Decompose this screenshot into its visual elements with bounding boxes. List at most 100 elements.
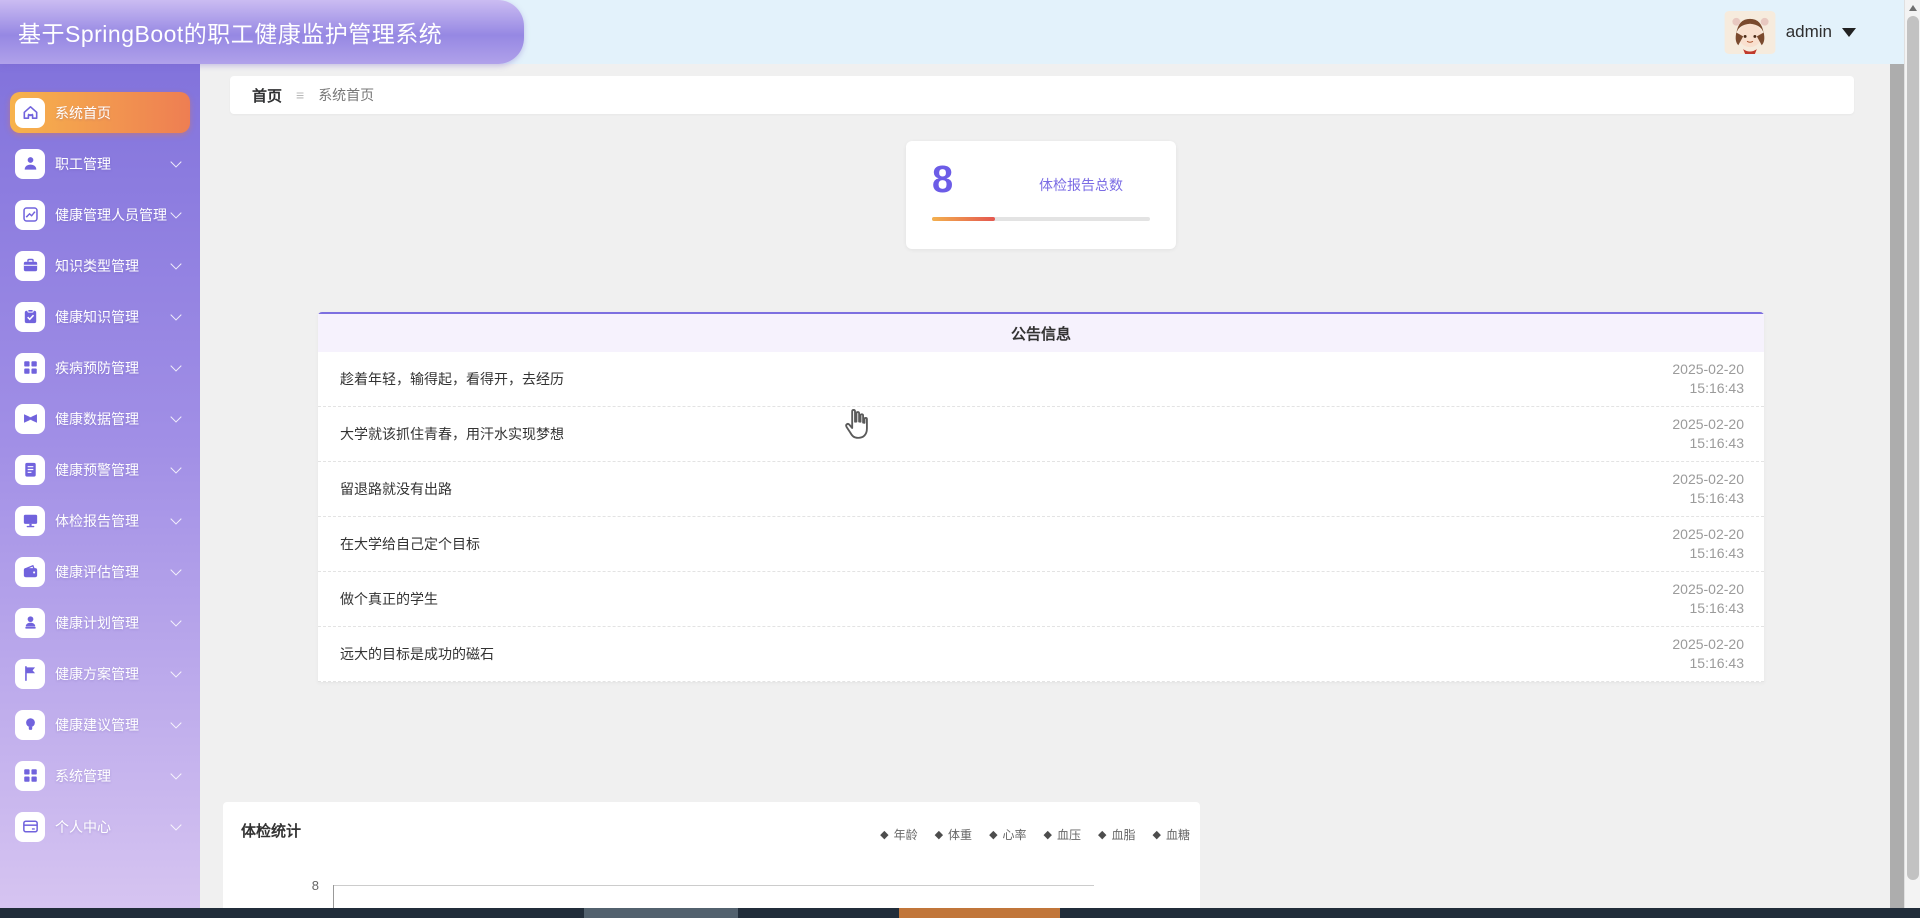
chevron-down-icon [170, 513, 182, 525]
monitor-icon [15, 505, 45, 536]
sidebar-item-label: 系统管理 [55, 767, 111, 784]
diamond-icon: ◆ [880, 829, 889, 841]
chart-gridline [333, 885, 1094, 886]
sidebar-nav: 系统首页 职工管理 健康管理人员管理 知识类型管理 健康知识管理 疾病预防管理 [0, 64, 200, 908]
announcement-row[interactable]: 做个真正的学生 2025-02-20 15:16:43 [318, 572, 1764, 627]
announcement-text: 做个真正的学生 [340, 591, 438, 607]
diamond-icon: ◆ [1098, 829, 1107, 841]
window-scrollbar[interactable] [1904, 0, 1920, 918]
chevron-down-icon [170, 615, 182, 627]
chevron-down-icon [170, 768, 182, 780]
stat-value: 8 [932, 159, 954, 201]
grid-icon [15, 352, 45, 383]
flag-icon [15, 658, 45, 689]
page-scrollbar-thumb[interactable] [1890, 64, 1904, 908]
sidebar-item-label: 健康评估管理 [55, 563, 139, 580]
sidebar-item-exam-report[interactable]: 体检报告管理 [10, 500, 190, 541]
sidebar-item-label: 健康数据管理 [55, 410, 139, 427]
user-dropdown-caret-icon[interactable] [1842, 27, 1856, 37]
sidebar-item-label: 疾病预防管理 [55, 359, 139, 376]
sidebar-item-health-manager[interactable]: 健康管理人员管理 [10, 194, 190, 235]
stat-label: 体检报告总数 [1039, 177, 1123, 193]
sidebar-item-disease-prevention[interactable]: 疾病预防管理 [10, 347, 190, 388]
sidebar-item-label: 知识类型管理 [55, 257, 139, 274]
grid-icon [15, 760, 45, 791]
sidebar-item-system[interactable]: 系统管理 [10, 755, 190, 796]
worker-icon [15, 148, 45, 179]
legend-item-blood-lipid[interactable]: ◆ 血脂 [1098, 826, 1135, 843]
announcement-row[interactable]: 远大的目标是成功的磁石 2025-02-20 15:16:43 [318, 627, 1764, 682]
data-icon [15, 403, 45, 434]
taskbar-segment [584, 908, 738, 918]
chevron-down-icon [170, 411, 182, 423]
announcement-timestamp: 2025-02-20 15:16:43 [1672, 361, 1744, 396]
sidebar-item-health-knowledge[interactable]: 健康知识管理 [10, 296, 190, 337]
diamond-icon: ◆ [1152, 829, 1161, 841]
breadcrumb-root[interactable]: 首页 [252, 85, 282, 106]
breadcrumb-separator-icon: ≡ [296, 87, 305, 103]
sidebar-item-personal[interactable]: 个人中心 [10, 806, 190, 847]
sidebar-item-health-plan[interactable]: 健康计划管理 [10, 602, 190, 643]
chevron-down-icon [170, 717, 182, 729]
chevron-down-icon [170, 666, 182, 678]
sidebar-item-health-warning[interactable]: 健康预警管理 [10, 449, 190, 490]
announcement-timestamp: 2025-02-20 15:16:43 [1672, 636, 1744, 671]
stat-progress-track [932, 217, 1150, 221]
sidebar-item-label: 系统首页 [55, 104, 111, 121]
user-avatar-image[interactable] [1724, 10, 1776, 54]
taskbar-segment [899, 908, 1060, 918]
announcement-row[interactable]: 趁着年轻，输得起，看得开，去经历 2025-02-20 15:16:43 [318, 352, 1764, 407]
sidebar-item-label: 健康方案管理 [55, 665, 139, 682]
home-icon [15, 97, 45, 128]
top-header: 基于SpringBoot的职工健康监护管理系统 admin [0, 0, 1904, 64]
chevron-down-icon [170, 309, 182, 321]
wallet-icon [15, 556, 45, 587]
sidebar-item-label: 健康预警管理 [55, 461, 139, 478]
announcement-timestamp: 2025-02-20 15:16:43 [1672, 526, 1744, 561]
sidebar-item-health-scheme[interactable]: 健康方案管理 [10, 653, 190, 694]
exam-report-total-card: 8 体检报告总数 [906, 141, 1176, 249]
scroll-up-arrow-icon[interactable] [1909, 5, 1917, 11]
exam-statistics-chart-panel: 体检统计 ◆ 年龄 ◆ 体重 ◆ 心率 ◆ 血压 ◆ 血脂 ◆ 血糖 8 [223, 802, 1200, 912]
clipboard-check-icon [15, 301, 45, 332]
sidebar-item-staff[interactable]: 职工管理 [10, 143, 190, 184]
username-label[interactable]: admin [1786, 22, 1832, 42]
chevron-down-icon [170, 819, 182, 831]
sidebar-item-health-data[interactable]: 健康数据管理 [10, 398, 190, 439]
sidebar-item-health-advice[interactable]: 健康建议管理 [10, 704, 190, 745]
app-title: 基于SpringBoot的职工健康监护管理系统 [18, 21, 443, 47]
user-menu[interactable]: admin [1724, 0, 1856, 64]
chevron-down-icon [170, 462, 182, 474]
announcement-timestamp: 2025-02-20 15:16:43 [1672, 581, 1744, 616]
sidebar-item-health-assessment[interactable]: 健康评估管理 [10, 551, 190, 592]
sidebar-item-label: 个人中心 [55, 818, 111, 835]
chart-title: 体检统计 [241, 823, 302, 840]
chevron-down-icon [170, 564, 182, 576]
chevron-down-icon [170, 156, 182, 168]
id-card-icon [15, 811, 45, 842]
announcement-panel: 公告信息 趁着年轻，输得起，看得开，去经历 2025-02-20 15:16:43… [318, 312, 1764, 682]
legend-item-weight[interactable]: ◆ 体重 [935, 826, 972, 843]
chevron-down-icon [170, 360, 182, 372]
legend-item-blood-pressure[interactable]: ◆ 血压 [1044, 826, 1081, 843]
person-icon [15, 607, 45, 638]
legend-item-blood-sugar[interactable]: ◆ 血糖 [1153, 826, 1190, 843]
sidebar-item-home[interactable]: 系统首页 [10, 92, 190, 133]
legend-item-heart-rate[interactable]: ◆ 心率 [989, 826, 1026, 843]
announcement-row[interactable]: 大学就该抓住青春，用汗水实现梦想 2025-02-20 15:16:43 [318, 407, 1764, 462]
announcement-text: 大学就该抓住青春，用汗水实现梦想 [340, 426, 564, 442]
legend-item-age[interactable]: ◆ 年龄 [880, 826, 917, 843]
sidebar-item-knowledge-type[interactable]: 知识类型管理 [10, 245, 190, 286]
app-title-banner: 基于SpringBoot的职工健康监护管理系统 [0, 0, 524, 64]
announcement-row[interactable]: 在大学给自己定个目标 2025-02-20 15:16:43 [318, 517, 1764, 572]
announcement-panel-title: 公告信息 [318, 314, 1764, 352]
sidebar-item-label: 健康计划管理 [55, 614, 139, 631]
announcement-text: 在大学给自己定个目标 [340, 536, 480, 552]
briefcase-icon [15, 250, 45, 281]
taskbar-strip [0, 908, 1920, 918]
announcement-row[interactable]: 留退路就没有出路 2025-02-20 15:16:43 [318, 462, 1764, 517]
breadcrumb: 首页 ≡ 系统首页 [230, 76, 1854, 114]
window-scrollbar-thumb[interactable] [1907, 16, 1919, 880]
chevron-down-icon [170, 207, 182, 219]
announcement-timestamp: 2025-02-20 15:16:43 [1672, 416, 1744, 451]
